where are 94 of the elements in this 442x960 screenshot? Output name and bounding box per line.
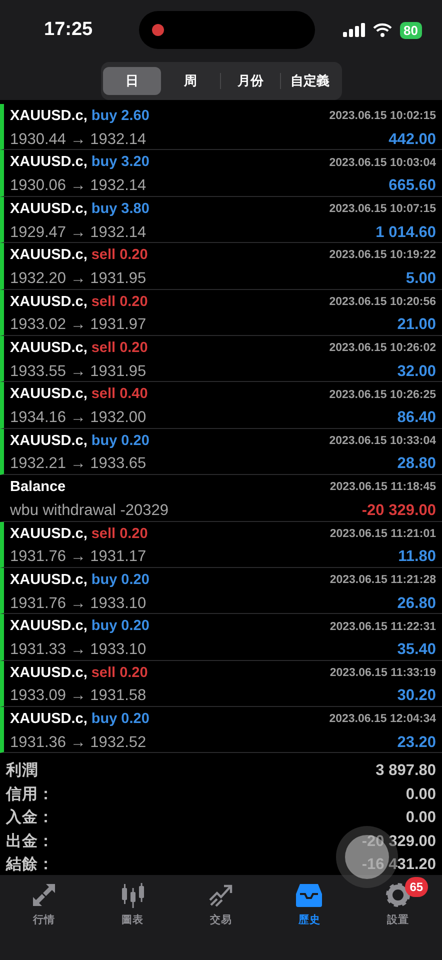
symbol-label: XAUUSD.c, bbox=[10, 107, 88, 126]
profit-value: 32.00 bbox=[397, 362, 436, 382]
price-range: 1933.09 → 1931.58 bbox=[10, 686, 146, 706]
trade-action: sell 0.20 bbox=[91, 524, 148, 544]
summary-value: 0.00 bbox=[406, 808, 436, 828]
profit-value: 665.60 bbox=[388, 176, 436, 196]
symbol-label: XAUUSD.c, bbox=[10, 617, 88, 636]
price-range: 1929.47 → 1932.14 bbox=[10, 222, 146, 243]
trade-action: sell 0.20 bbox=[91, 338, 148, 358]
nav-tab[interactable]: 歷史 bbox=[274, 881, 344, 960]
trade-action: buy 0.20 bbox=[91, 570, 150, 590]
trade-action: buy 0.20 bbox=[91, 432, 150, 451]
symbol-label: XAUUSD.c, bbox=[10, 524, 88, 544]
price-range: 1931.33 → 1933.10 bbox=[10, 640, 146, 660]
profit-value: 442.00 bbox=[388, 130, 436, 150]
profit-value: 86.40 bbox=[397, 408, 436, 428]
trade-time: 2023.06.15 10:26:02 bbox=[329, 341, 436, 356]
price-range: 1931.36 → 1932.52 bbox=[10, 732, 146, 753]
trade-action: buy 0.20 bbox=[91, 617, 150, 636]
trade-time: 2023.06.15 11:22:31 bbox=[330, 620, 436, 635]
trade-action: buy 3.80 bbox=[91, 200, 150, 219]
trade-time: 2023.06.15 10:26:25 bbox=[329, 388, 436, 403]
profit-value: 35.40 bbox=[397, 640, 436, 660]
symbol-label: XAUUSD.c, bbox=[10, 338, 88, 358]
symbol-label: XAUUSD.c, bbox=[10, 200, 88, 219]
profit-value: 21.00 bbox=[397, 315, 436, 336]
summary-label: 信用： bbox=[6, 784, 54, 805]
inbox-icon bbox=[295, 881, 324, 910]
trade-time: 2023.06.15 11:18:45 bbox=[330, 480, 436, 496]
signal-icon bbox=[342, 23, 365, 37]
period-tab[interactable]: 自定義 bbox=[280, 67, 340, 95]
summary-label: 結餘： bbox=[6, 855, 54, 876]
trade-action: sell 0.20 bbox=[91, 664, 148, 683]
symbol-label: XAUUSD.c, bbox=[10, 710, 88, 730]
wifi-icon bbox=[372, 23, 392, 37]
trade-time: 2023.06.15 10:33:04 bbox=[329, 434, 436, 449]
profit-value: 28.80 bbox=[397, 454, 436, 474]
profit-value: 26.80 bbox=[397, 594, 436, 614]
price-range: 1930.44 → 1932.14 bbox=[10, 130, 146, 150]
settings-icon bbox=[384, 881, 412, 910]
summary-value: 0.00 bbox=[406, 784, 436, 805]
symbol-label: XAUUSD.c, bbox=[10, 292, 88, 312]
battery-indicator: 80 bbox=[400, 22, 422, 38]
profit-value: -20 329.00 bbox=[362, 500, 436, 521]
trade-time: 2023.06.15 10:03:04 bbox=[329, 156, 436, 171]
summary-label: 利潤 bbox=[6, 760, 38, 782]
price-range: 1932.20 → 1931.95 bbox=[10, 268, 146, 289]
price-range: 1931.76 → 1931.17 bbox=[10, 547, 146, 568]
trade-action: sell 0.20 bbox=[91, 292, 148, 312]
symbol-label: XAUUSD.c, bbox=[10, 432, 88, 451]
symbol-label: XAUUSD.c, bbox=[10, 246, 88, 266]
price-range: 1934.16 → 1932.00 bbox=[10, 408, 146, 428]
profit-value: 5.00 bbox=[406, 268, 436, 289]
trade-action: buy 0.20 bbox=[91, 710, 150, 730]
nav-tab[interactable]: 圖表 bbox=[98, 881, 168, 960]
summary-label: 出金： bbox=[6, 832, 54, 852]
period-tab[interactable]: 日 bbox=[102, 67, 162, 95]
trade-time: 2023.06.15 10:20:56 bbox=[329, 294, 436, 310]
trade-action: buy 3.20 bbox=[91, 153, 150, 172]
entry-type-label: Balance bbox=[10, 478, 66, 498]
symbol-label: XAUUSD.c, bbox=[10, 664, 88, 683]
profit-value: 1 014.60 bbox=[376, 222, 436, 243]
trade-time: 2023.06.15 11:33:19 bbox=[330, 666, 436, 681]
period-tab[interactable]: 周 bbox=[161, 67, 220, 95]
trade-time: 2023.06.15 11:21:01 bbox=[330, 526, 436, 542]
nav-tab[interactable]: 交易 bbox=[186, 881, 256, 960]
notification-badge: 65 bbox=[404, 877, 428, 898]
trade-time: 2023.06.15 10:02:15 bbox=[329, 109, 436, 124]
period-tab[interactable]: 月份 bbox=[221, 67, 280, 95]
symbol-label: XAUUSD.c, bbox=[10, 153, 88, 172]
price-range: 1932.21 → 1933.65 bbox=[10, 454, 146, 474]
trade-time: 2023.06.15 10:19:22 bbox=[329, 248, 436, 264]
clock-time: 17:25 bbox=[44, 18, 93, 42]
trade-time: 2023.06.15 11:21:28 bbox=[330, 573, 436, 588]
nav-tab[interactable]: 行情 bbox=[9, 881, 80, 960]
trade-action: buy 2.60 bbox=[91, 107, 150, 126]
profit-value: 23.20 bbox=[397, 732, 436, 753]
price-range: 1933.02 → 1931.97 bbox=[10, 315, 146, 336]
trade-action: sell 0.40 bbox=[91, 385, 148, 404]
summary-value: 3 897.80 bbox=[376, 761, 436, 782]
profit-value: 30.20 bbox=[397, 686, 436, 706]
price-range: 1930.06 → 1932.14 bbox=[10, 176, 146, 196]
entry-comment: wbu withdrawal -20329 bbox=[10, 500, 169, 521]
profit-value: 11.80 bbox=[398, 547, 436, 568]
symbol-label: XAUUSD.c, bbox=[10, 570, 88, 590]
recording-dot-icon bbox=[150, 23, 165, 37]
symbol-label: XAUUSD.c, bbox=[10, 385, 88, 404]
summary-value: -20 329.00 bbox=[362, 832, 436, 852]
price-range: 1933.55 → 1931.95 bbox=[10, 362, 146, 382]
trade-action: sell 0.20 bbox=[91, 246, 148, 266]
trade-time: 2023.06.15 12:04:34 bbox=[329, 712, 436, 728]
trade-time: 2023.06.15 10:07:15 bbox=[329, 202, 436, 218]
price-range: 1931.76 → 1933.10 bbox=[10, 594, 146, 614]
summary-label: 入金： bbox=[6, 808, 54, 828]
